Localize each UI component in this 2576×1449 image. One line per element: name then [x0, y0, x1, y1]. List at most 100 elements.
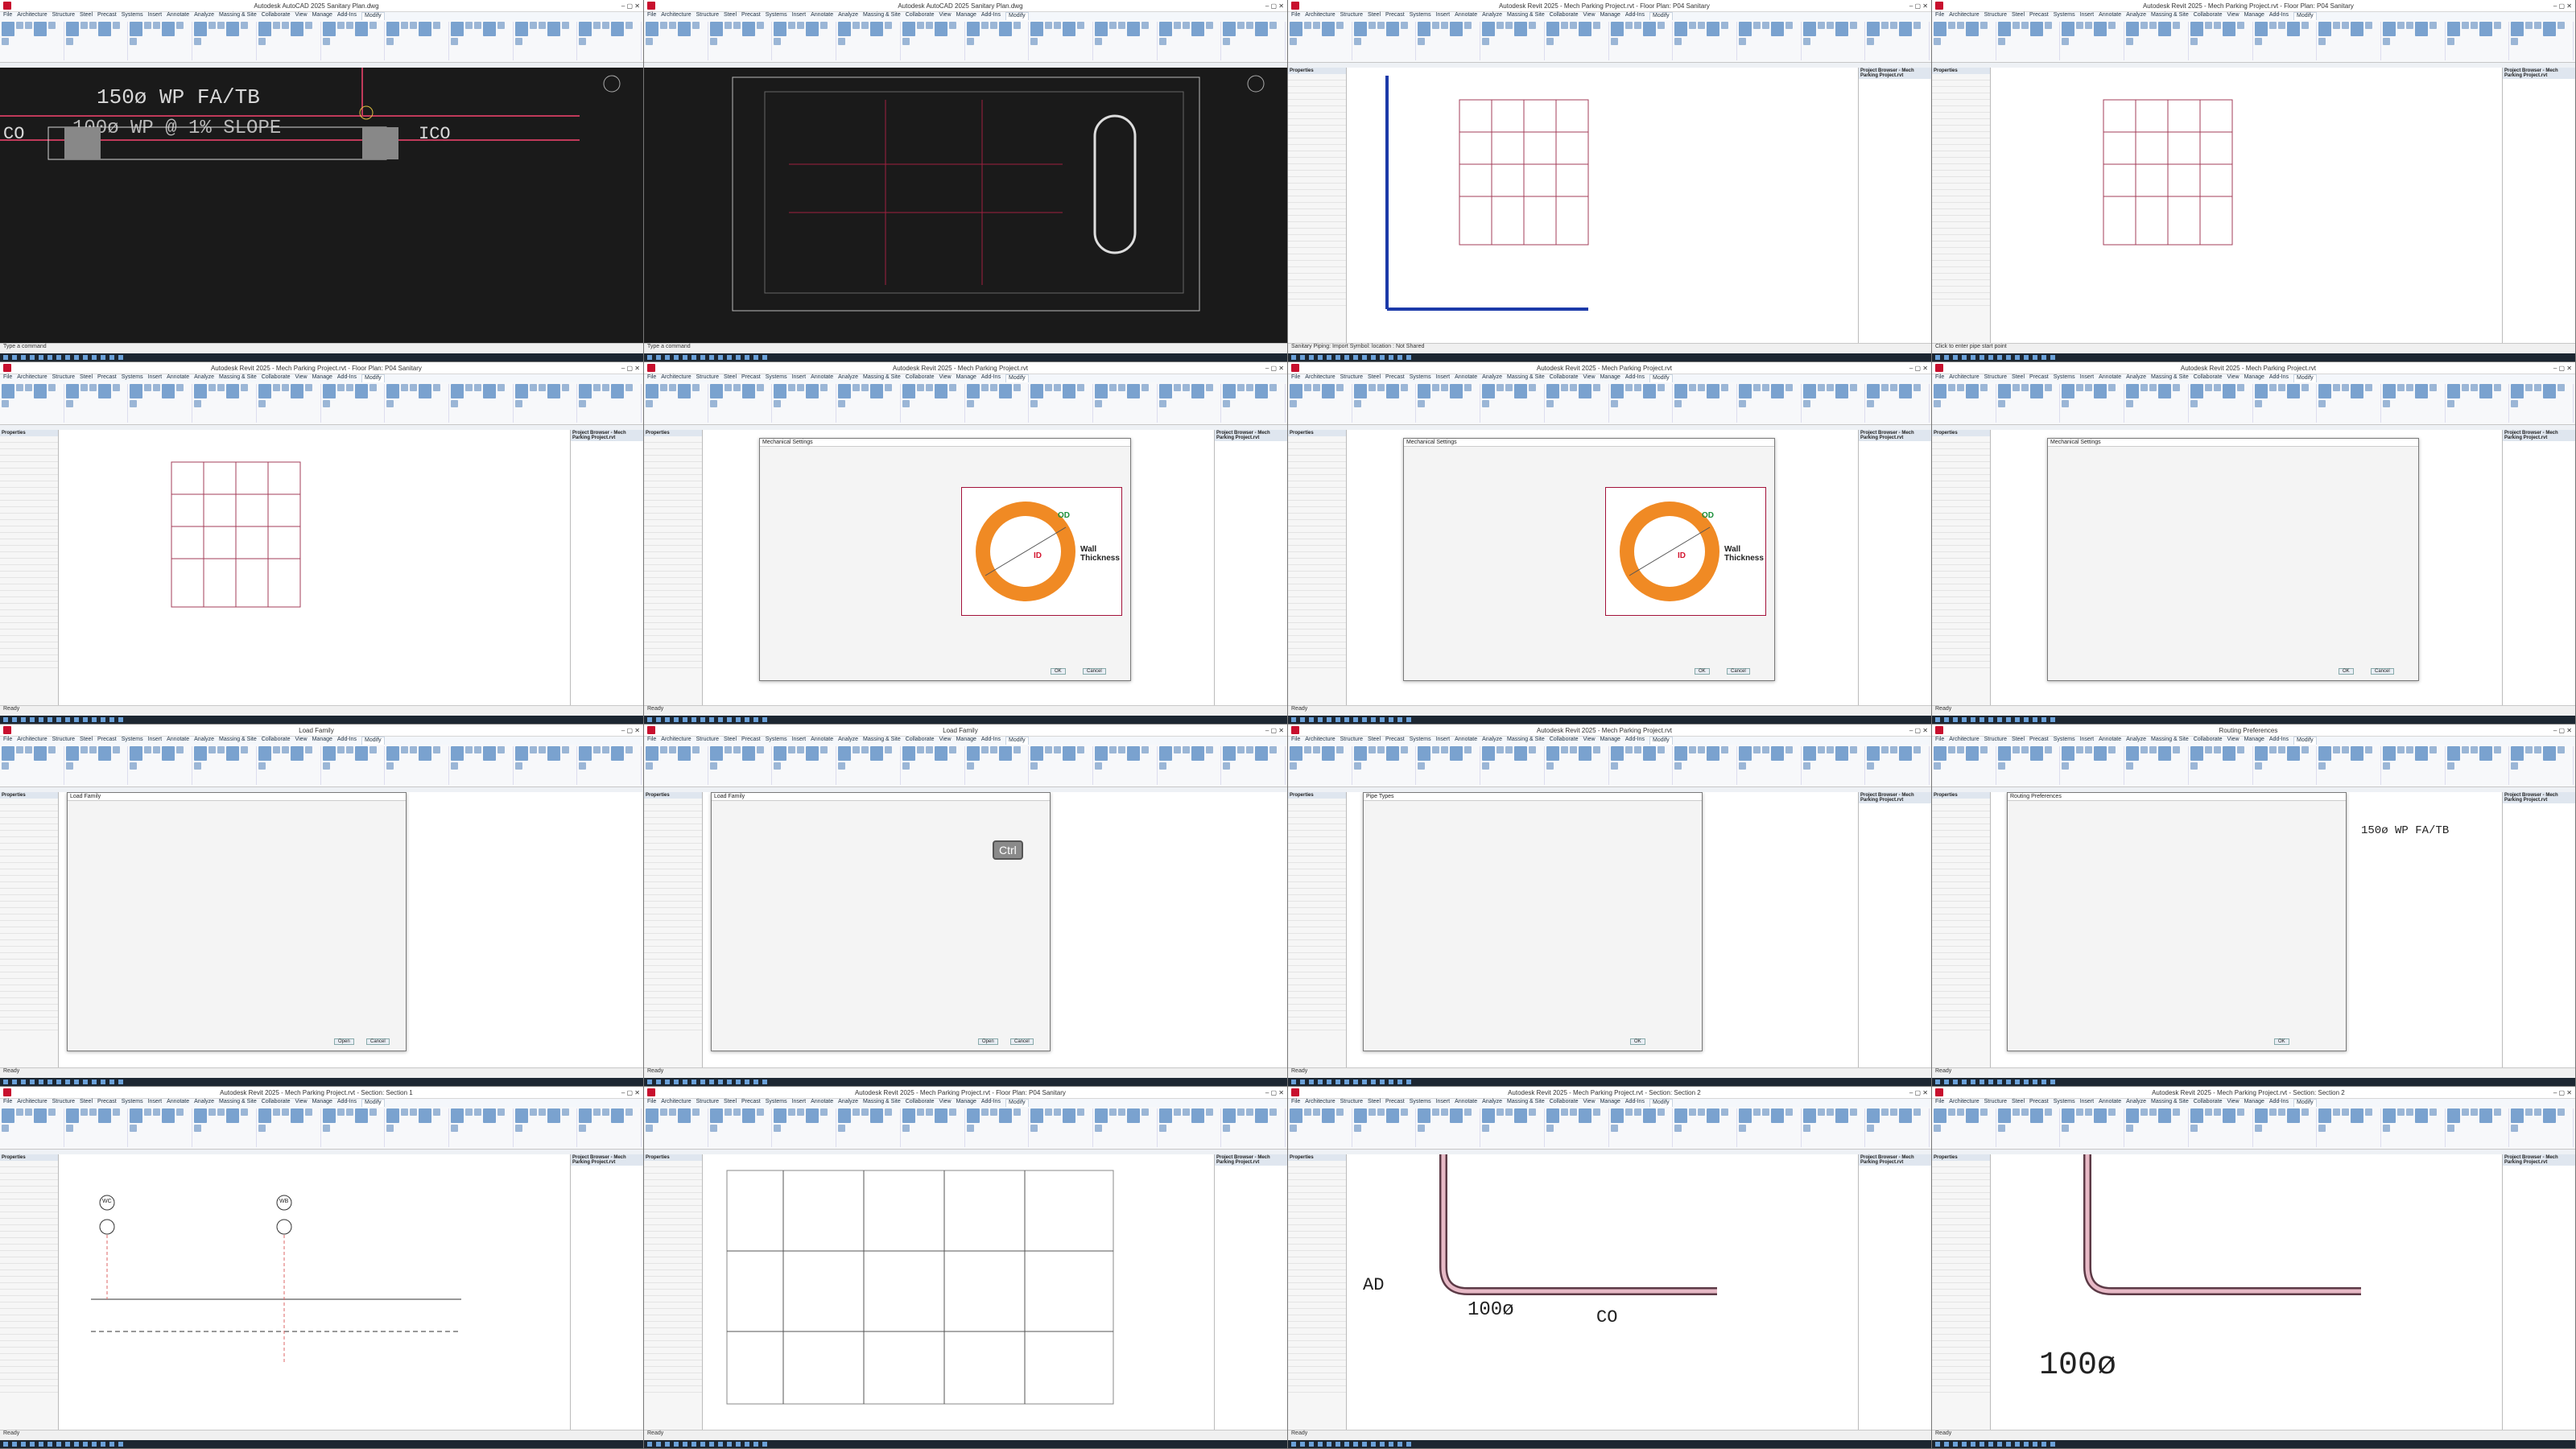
tool-icon[interactable]	[2085, 746, 2093, 753]
ribbon-tab[interactable]: Architecture	[661, 1099, 691, 1107]
property-row[interactable]	[0, 533, 58, 539]
browser-item[interactable]	[571, 1385, 643, 1391]
browser-item[interactable]	[2503, 1228, 2575, 1233]
tool-icon[interactable]	[989, 1108, 997, 1116]
tool-icon[interactable]	[2158, 384, 2172, 398]
tool-icon[interactable]	[1721, 1108, 1729, 1116]
taskbar-app-icon[interactable]	[1291, 717, 1296, 722]
tool-icon[interactable]	[1045, 384, 1053, 391]
tool-icon[interactable]	[646, 400, 653, 407]
ribbon-tab[interactable]: Massing & Site	[219, 374, 257, 382]
property-row[interactable]	[644, 1187, 702, 1193]
property-row[interactable]	[1288, 1309, 1346, 1315]
tool-icon[interactable]	[2277, 746, 2285, 753]
property-row[interactable]	[1288, 190, 1346, 196]
tool-icon[interactable]	[2173, 1108, 2181, 1116]
tool-icon[interactable]	[998, 1108, 1012, 1123]
property-row[interactable]	[1288, 74, 1346, 80]
browser-item[interactable]	[2503, 944, 2575, 950]
tool-icon[interactable]	[1108, 1108, 1117, 1116]
tool-icon[interactable]	[2543, 22, 2557, 36]
tool-icon[interactable]	[579, 384, 592, 398]
property-row[interactable]	[644, 895, 702, 902]
window-controls[interactable]: – ▢ ✕	[621, 365, 640, 372]
taskbar-app-icon[interactable]	[1300, 717, 1305, 722]
property-row[interactable]	[1288, 494, 1346, 501]
ribbon-tab[interactable]: Insert	[792, 737, 807, 745]
ribbon-tab[interactable]: Analyze	[2126, 374, 2146, 382]
drawing-canvas[interactable]: Mechanical Settings OK Cancel	[1991, 430, 2502, 706]
browser-item[interactable]	[2503, 899, 2575, 905]
browser-item[interactable]	[2503, 826, 2575, 832]
browser-item[interactable]	[1859, 265, 1931, 270]
browser-item[interactable]	[1859, 1183, 1931, 1188]
tool-icon[interactable]	[1610, 1125, 1618, 1132]
tool-icon[interactable]	[25, 22, 32, 29]
browser-item[interactable]	[1215, 452, 1287, 458]
ribbon-tab[interactable]: Massing & Site	[863, 737, 901, 745]
browser-item[interactable]	[1215, 537, 1287, 543]
ribbon-tab[interactable]: Structure	[1340, 374, 1363, 382]
tool-icon[interactable]	[1191, 746, 1204, 761]
ribbon-tab[interactable]: View	[295, 12, 308, 20]
taskbar-app-icon[interactable]	[2033, 355, 2037, 360]
property-row[interactable]	[644, 1290, 702, 1296]
tool-icon[interactable]	[1108, 384, 1117, 391]
property-row[interactable]	[644, 1315, 702, 1322]
tool-icon[interactable]	[885, 22, 893, 29]
tool-icon[interactable]	[2236, 746, 2244, 753]
browser-item[interactable]	[1859, 1023, 1931, 1029]
property-row[interactable]	[1932, 914, 1990, 921]
tool-icon[interactable]	[1094, 1108, 1108, 1123]
taskbar-app-icon[interactable]	[2015, 355, 2020, 360]
tool-icon[interactable]	[2525, 384, 2533, 391]
tool-icon[interactable]	[1313, 746, 1320, 753]
browser-item[interactable]	[1859, 141, 1931, 147]
tool-icon[interactable]	[1173, 22, 1181, 29]
tool-icon[interactable]	[1255, 746, 1269, 761]
tool-icon[interactable]	[1013, 746, 1021, 753]
browser-item[interactable]	[1859, 809, 1931, 815]
taskbar-app-icon[interactable]	[1962, 1442, 1967, 1447]
ribbon-tab[interactable]: Analyze	[2126, 1099, 2146, 1107]
tool-icon[interactable]	[2126, 400, 2134, 407]
browser-item[interactable]	[2503, 1188, 2575, 1194]
property-row[interactable]	[644, 1245, 702, 1251]
tool-icon[interactable]	[646, 762, 653, 770]
browser-item[interactable]	[2503, 565, 2575, 571]
tool-icon[interactable]	[336, 22, 345, 29]
tool-icon[interactable]	[217, 746, 225, 753]
taskbar-app-icon[interactable]	[47, 1080, 52, 1084]
tool-icon[interactable]	[1642, 384, 1656, 398]
tool-icon[interactable]	[401, 746, 409, 753]
tool-icon[interactable]	[194, 22, 208, 36]
browser-item[interactable]	[1859, 526, 1931, 531]
ribbon-tab[interactable]: Massing & Site	[863, 12, 901, 20]
property-row[interactable]	[1288, 1187, 1346, 1193]
property-row[interactable]	[644, 863, 702, 869]
browser-item[interactable]	[1859, 481, 1931, 486]
taskbar-app-icon[interactable]	[736, 1080, 741, 1084]
tool-icon[interactable]	[1353, 1125, 1361, 1132]
browser-item[interactable]	[2503, 1245, 2575, 1250]
ribbon-tab[interactable]: Architecture	[1305, 374, 1335, 382]
property-row[interactable]	[644, 1296, 702, 1302]
tool-icon[interactable]	[2479, 384, 2492, 398]
ribbon-tab[interactable]: View	[1583, 374, 1596, 382]
browser-item[interactable]	[1859, 1222, 1931, 1228]
tool-icon[interactable]	[1158, 38, 1166, 45]
browser-item[interactable]	[571, 469, 643, 475]
property-row[interactable]	[1288, 1386, 1346, 1393]
browser-item[interactable]	[571, 1295, 643, 1301]
tool-icon[interactable]	[1418, 1108, 1431, 1123]
tool-icon[interactable]	[2342, 746, 2350, 753]
tool-icon[interactable]	[934, 1108, 947, 1123]
tool-icon[interactable]	[1578, 1108, 1591, 1123]
browser-item[interactable]	[2503, 633, 2575, 638]
taskbar-app-icon[interactable]	[700, 717, 705, 722]
property-row[interactable]	[1932, 850, 1990, 857]
tool-icon[interactable]	[1881, 1108, 1889, 1116]
taskbar-app-icon[interactable]	[1300, 1442, 1305, 1447]
tool-icon[interactable]	[561, 22, 569, 29]
tool-icon[interactable]	[2461, 22, 2469, 29]
